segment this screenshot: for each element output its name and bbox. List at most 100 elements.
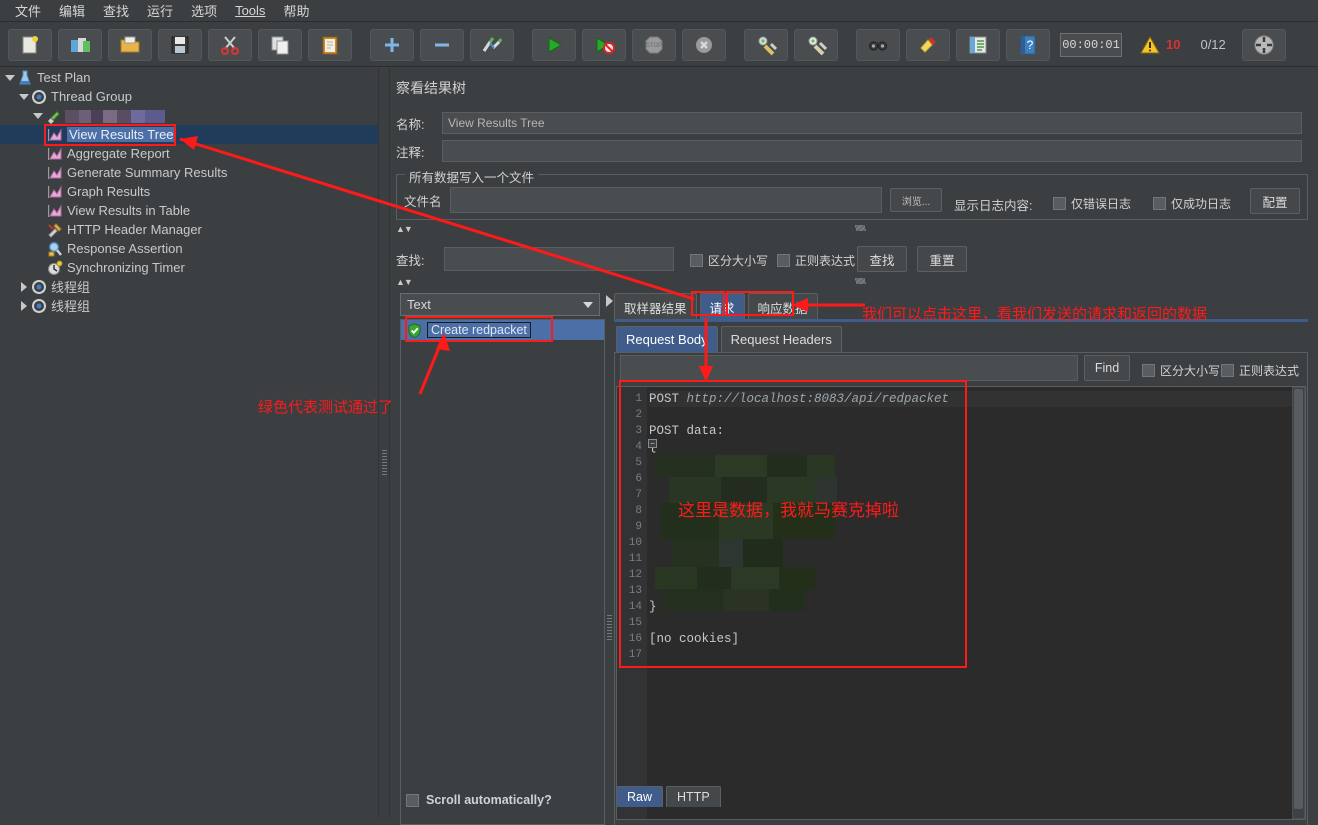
timer-icon: [46, 259, 64, 276]
tree-node-thread-group-2[interactable]: 线程组: [0, 277, 378, 296]
open-icon[interactable]: [108, 28, 152, 61]
configure-button[interactable]: 配置: [1250, 188, 1300, 214]
search-icon[interactable]: [856, 28, 900, 61]
tree-node-test-plan[interactable]: Test Plan: [0, 68, 378, 87]
menu-item-help[interactable]: 帮助: [274, 0, 318, 22]
templates-icon[interactable]: [58, 28, 102, 61]
raw-http-tabs: Raw HTTP: [616, 786, 721, 807]
tree-node-synchronizing-timer[interactable]: Synchronizing Timer: [0, 258, 378, 277]
tree-node-response-assertion[interactable]: Response Assertion: [0, 239, 378, 258]
tree-node-http-sampler[interactable]: [0, 106, 378, 125]
subtab-request-body[interactable]: Request Body: [616, 326, 718, 352]
menu-item-search[interactable]: 查找: [94, 0, 138, 22]
find-case-checkbox[interactable]: [1142, 364, 1155, 377]
thread-group-icon: [30, 278, 48, 295]
success-only-checkbox-row[interactable]: 仅成功日志: [1153, 195, 1231, 212]
start-no-pauses-icon[interactable]: [582, 28, 626, 61]
highlight-view-results-tree: [44, 124, 176, 146]
scrollbar-thumb[interactable]: [1294, 389, 1303, 809]
collapse-arrows-icon[interactable]: ▲▼: [396, 224, 413, 234]
drag-handle-icon[interactable]: [1241, 28, 1286, 61]
find-button[interactable]: Find: [1084, 355, 1130, 381]
twisty-open-icon[interactable]: [4, 74, 16, 81]
reset-button[interactable]: 重置: [917, 246, 967, 272]
collapse-icon[interactable]: [420, 28, 464, 61]
tree-node-http-header-manager[interactable]: HTTP Header Manager: [0, 220, 378, 239]
search-input[interactable]: [444, 247, 674, 271]
menu-item-edit[interactable]: 编辑: [50, 0, 94, 22]
tree-node-graph-results[interactable]: Graph Results: [0, 182, 378, 201]
subtab-request-headers[interactable]: Request Headers: [720, 326, 842, 352]
main-splitter[interactable]: [378, 68, 390, 818]
toggle-icon[interactable]: [470, 28, 514, 61]
splitter-expand-icon[interactable]: [606, 295, 613, 307]
search-case-checkbox-row[interactable]: 区分大小写: [690, 252, 768, 269]
scroll-automatically-row[interactable]: Scroll automatically?: [406, 793, 552, 807]
listener-icon: [46, 145, 64, 162]
tree-node-thread-group-3[interactable]: 线程组: [0, 296, 378, 315]
results-detail-splitter[interactable]: [605, 295, 614, 825]
start-icon[interactable]: [532, 28, 576, 61]
errors-only-checkbox-row[interactable]: 仅错误日志: [1053, 195, 1131, 212]
filename-input[interactable]: [450, 187, 882, 213]
cut-icon[interactable]: [208, 28, 252, 61]
comment-input[interactable]: [442, 140, 1302, 162]
shutdown-icon[interactable]: [682, 28, 726, 61]
reset-search-icon[interactable]: [906, 28, 950, 61]
code-vertical-scrollbar[interactable]: [1292, 387, 1305, 819]
render-type-combo[interactable]: Text: [400, 293, 600, 316]
collapse-toggle-1[interactable]: ▲▼ \\\\\\\\: [396, 223, 1308, 234]
tree-node-generate-summary-results[interactable]: Generate Summary Results: [0, 163, 378, 182]
twisty-open-icon[interactable]: [18, 93, 30, 100]
find-regex-checkbox[interactable]: [1221, 364, 1234, 377]
find-regex-label: 正则表达式: [1239, 364, 1300, 378]
help-icon[interactable]: ?: [1006, 28, 1050, 61]
chevron-down-icon[interactable]: [583, 301, 593, 308]
clear-all-icon[interactable]: [794, 28, 838, 61]
search-button[interactable]: 查找: [857, 246, 907, 272]
find-regex-checkbox-row[interactable]: 正则表达式: [1221, 362, 1299, 379]
menu-item-options[interactable]: 选项: [182, 0, 226, 22]
splitter-grip-icon: [607, 615, 612, 641]
warning-indicator[interactable]: 10: [1140, 35, 1180, 54]
listener-icon: [46, 164, 64, 181]
collapse-arrows-icon[interactable]: ▲▼: [396, 277, 413, 287]
results-list[interactable]: Create redpacket: [400, 319, 605, 825]
menu-bar: 文件 编辑 查找 运行 选项 Tools 帮助: [0, 0, 1318, 22]
errors-only-checkbox[interactable]: [1053, 197, 1066, 210]
page-title: 察看结果树: [396, 80, 466, 96]
test-plan-tree[interactable]: Test Plan Thread Group View Results Tree: [0, 68, 378, 818]
tree-node-thread-group[interactable]: Thread Group: [0, 87, 378, 106]
find-input[interactable]: [620, 355, 1078, 381]
twisty-open-icon[interactable]: [32, 112, 44, 119]
tree-node-aggregate-report[interactable]: Aggregate Report: [0, 144, 378, 163]
comment-label: 注释:: [396, 145, 425, 160]
menu-item-run[interactable]: 运行: [138, 0, 182, 22]
browse-button[interactable]: 浏览...: [890, 188, 942, 212]
save-icon[interactable]: [158, 28, 202, 61]
collapse-toggle-2[interactable]: ▲▼ \\\\\\\\: [396, 276, 1308, 287]
search-case-checkbox[interactable]: [690, 254, 703, 267]
tab-http[interactable]: HTTP: [666, 786, 721, 807]
twisty-closed-icon[interactable]: [18, 300, 30, 311]
name-input[interactable]: View Results Tree: [442, 112, 1302, 134]
svg-text:?: ?: [1027, 38, 1034, 52]
stop-icon[interactable]: STOP: [632, 28, 676, 61]
function-helper-icon[interactable]: [956, 28, 1000, 61]
search-regex-checkbox[interactable]: [777, 254, 790, 267]
menu-item-tools[interactable]: Tools: [226, 1, 274, 20]
menu-item-file[interactable]: 文件: [6, 0, 50, 22]
search-regex-checkbox-row[interactable]: 正则表达式: [777, 252, 855, 269]
scroll-automatically-checkbox[interactable]: [406, 793, 419, 807]
expand-icon[interactable]: [370, 28, 414, 61]
tab-raw[interactable]: Raw: [616, 786, 664, 807]
tab-sampler-result[interactable]: 取样器结果: [614, 293, 697, 321]
success-only-checkbox[interactable]: [1153, 197, 1166, 210]
twisty-closed-icon[interactable]: [18, 281, 30, 292]
clear-icon[interactable]: [744, 28, 788, 61]
tree-node-view-results-in-table[interactable]: View Results in Table: [0, 201, 378, 220]
find-case-checkbox-row[interactable]: 区分大小写: [1142, 362, 1220, 379]
paste-icon[interactable]: [308, 28, 352, 61]
new-icon[interactable]: [8, 28, 52, 61]
copy-icon[interactable]: [258, 28, 302, 61]
